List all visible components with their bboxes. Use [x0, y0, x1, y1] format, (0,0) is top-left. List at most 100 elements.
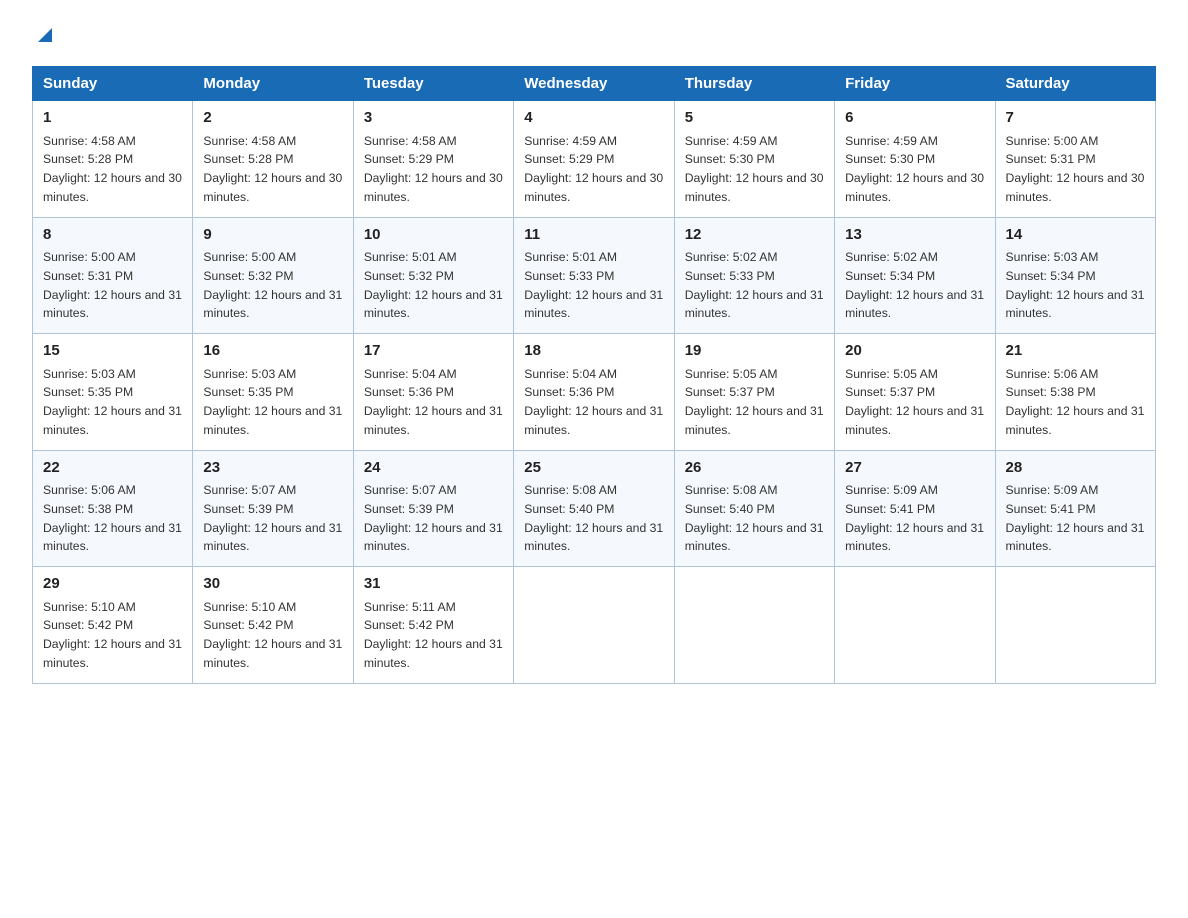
day-number: 6: [845, 107, 984, 129]
day-number: 26: [685, 457, 824, 479]
day-info: Sunrise: 5:03 AMSunset: 5:34 PMDaylight:…: [1006, 250, 1145, 320]
day-info: Sunrise: 5:07 AMSunset: 5:39 PMDaylight:…: [203, 483, 342, 553]
calendar-cell: 9 Sunrise: 5:00 AMSunset: 5:32 PMDayligh…: [193, 217, 353, 334]
calendar-cell: 1 Sunrise: 4:58 AMSunset: 5:28 PMDayligh…: [33, 101, 193, 218]
calendar-header-row: SundayMondayTuesdayWednesdayThursdayFrid…: [33, 67, 1156, 101]
day-number: 23: [203, 457, 342, 479]
day-number: 4: [524, 107, 663, 129]
calendar-header-friday: Friday: [835, 67, 995, 101]
calendar-cell: 13 Sunrise: 5:02 AMSunset: 5:34 PMDaylig…: [835, 217, 995, 334]
day-number: 5: [685, 107, 824, 129]
logo: [32, 24, 56, 48]
day-number: 19: [685, 340, 824, 362]
day-info: Sunrise: 5:01 AMSunset: 5:33 PMDaylight:…: [524, 250, 663, 320]
day-info: Sunrise: 5:08 AMSunset: 5:40 PMDaylight:…: [685, 483, 824, 553]
calendar-cell: 21 Sunrise: 5:06 AMSunset: 5:38 PMDaylig…: [995, 334, 1155, 451]
day-info: Sunrise: 5:06 AMSunset: 5:38 PMDaylight:…: [1006, 367, 1145, 437]
day-info: Sunrise: 5:03 AMSunset: 5:35 PMDaylight:…: [203, 367, 342, 437]
calendar-cell: 6 Sunrise: 4:59 AMSunset: 5:30 PMDayligh…: [835, 101, 995, 218]
calendar-cell: 16 Sunrise: 5:03 AMSunset: 5:35 PMDaylig…: [193, 334, 353, 451]
calendar-header-thursday: Thursday: [674, 67, 834, 101]
day-number: 11: [524, 224, 663, 246]
day-number: 27: [845, 457, 984, 479]
day-info: Sunrise: 5:02 AMSunset: 5:34 PMDaylight:…: [845, 250, 984, 320]
day-info: Sunrise: 5:09 AMSunset: 5:41 PMDaylight:…: [845, 483, 984, 553]
day-number: 9: [203, 224, 342, 246]
calendar-cell: 4 Sunrise: 4:59 AMSunset: 5:29 PMDayligh…: [514, 101, 674, 218]
day-number: 12: [685, 224, 824, 246]
calendar-cell: 14 Sunrise: 5:03 AMSunset: 5:34 PMDaylig…: [995, 217, 1155, 334]
day-info: Sunrise: 5:04 AMSunset: 5:36 PMDaylight:…: [524, 367, 663, 437]
day-number: 31: [364, 573, 503, 595]
day-info: Sunrise: 5:07 AMSunset: 5:39 PMDaylight:…: [364, 483, 503, 553]
calendar-cell: 29 Sunrise: 5:10 AMSunset: 5:42 PMDaylig…: [33, 567, 193, 684]
day-info: Sunrise: 4:58 AMSunset: 5:28 PMDaylight:…: [43, 134, 182, 204]
calendar-cell: [514, 567, 674, 684]
day-number: 13: [845, 224, 984, 246]
calendar-week-row: 29 Sunrise: 5:10 AMSunset: 5:42 PMDaylig…: [33, 567, 1156, 684]
calendar-table: SundayMondayTuesdayWednesdayThursdayFrid…: [32, 66, 1156, 684]
calendar-cell: 11 Sunrise: 5:01 AMSunset: 5:33 PMDaylig…: [514, 217, 674, 334]
day-number: 8: [43, 224, 182, 246]
day-info: Sunrise: 5:10 AMSunset: 5:42 PMDaylight:…: [43, 600, 182, 670]
calendar-header-saturday: Saturday: [995, 67, 1155, 101]
calendar-header-wednesday: Wednesday: [514, 67, 674, 101]
day-info: Sunrise: 5:09 AMSunset: 5:41 PMDaylight:…: [1006, 483, 1145, 553]
day-info: Sunrise: 4:58 AMSunset: 5:28 PMDaylight:…: [203, 134, 342, 204]
page-header: [32, 24, 1156, 48]
day-info: Sunrise: 5:02 AMSunset: 5:33 PMDaylight:…: [685, 250, 824, 320]
day-number: 18: [524, 340, 663, 362]
day-number: 20: [845, 340, 984, 362]
calendar-cell: 20 Sunrise: 5:05 AMSunset: 5:37 PMDaylig…: [835, 334, 995, 451]
day-info: Sunrise: 5:03 AMSunset: 5:35 PMDaylight:…: [43, 367, 182, 437]
calendar-week-row: 1 Sunrise: 4:58 AMSunset: 5:28 PMDayligh…: [33, 101, 1156, 218]
calendar-cell: 2 Sunrise: 4:58 AMSunset: 5:28 PMDayligh…: [193, 101, 353, 218]
day-info: Sunrise: 5:00 AMSunset: 5:31 PMDaylight:…: [43, 250, 182, 320]
day-number: 1: [43, 107, 182, 129]
day-info: Sunrise: 5:06 AMSunset: 5:38 PMDaylight:…: [43, 483, 182, 553]
calendar-cell: 7 Sunrise: 5:00 AMSunset: 5:31 PMDayligh…: [995, 101, 1155, 218]
calendar-cell: 31 Sunrise: 5:11 AMSunset: 5:42 PMDaylig…: [353, 567, 513, 684]
day-number: 24: [364, 457, 503, 479]
calendar-cell: 23 Sunrise: 5:07 AMSunset: 5:39 PMDaylig…: [193, 450, 353, 567]
calendar-cell: [835, 567, 995, 684]
day-number: 3: [364, 107, 503, 129]
day-info: Sunrise: 5:01 AMSunset: 5:32 PMDaylight:…: [364, 250, 503, 320]
calendar-cell: 12 Sunrise: 5:02 AMSunset: 5:33 PMDaylig…: [674, 217, 834, 334]
day-info: Sunrise: 4:59 AMSunset: 5:29 PMDaylight:…: [524, 134, 663, 204]
logo-triangle-icon: [34, 24, 56, 46]
day-info: Sunrise: 4:59 AMSunset: 5:30 PMDaylight:…: [845, 134, 984, 204]
calendar-cell: 25 Sunrise: 5:08 AMSunset: 5:40 PMDaylig…: [514, 450, 674, 567]
calendar-cell: 3 Sunrise: 4:58 AMSunset: 5:29 PMDayligh…: [353, 101, 513, 218]
day-number: 2: [203, 107, 342, 129]
day-number: 30: [203, 573, 342, 595]
calendar-cell: 28 Sunrise: 5:09 AMSunset: 5:41 PMDaylig…: [995, 450, 1155, 567]
calendar-cell: 17 Sunrise: 5:04 AMSunset: 5:36 PMDaylig…: [353, 334, 513, 451]
calendar-cell: 24 Sunrise: 5:07 AMSunset: 5:39 PMDaylig…: [353, 450, 513, 567]
day-number: 29: [43, 573, 182, 595]
calendar-week-row: 8 Sunrise: 5:00 AMSunset: 5:31 PMDayligh…: [33, 217, 1156, 334]
day-info: Sunrise: 5:05 AMSunset: 5:37 PMDaylight:…: [845, 367, 984, 437]
day-info: Sunrise: 5:10 AMSunset: 5:42 PMDaylight:…: [203, 600, 342, 670]
day-number: 21: [1006, 340, 1145, 362]
day-info: Sunrise: 4:59 AMSunset: 5:30 PMDaylight:…: [685, 134, 824, 204]
day-number: 28: [1006, 457, 1145, 479]
day-number: 16: [203, 340, 342, 362]
calendar-week-row: 15 Sunrise: 5:03 AMSunset: 5:35 PMDaylig…: [33, 334, 1156, 451]
day-number: 17: [364, 340, 503, 362]
calendar-cell: 26 Sunrise: 5:08 AMSunset: 5:40 PMDaylig…: [674, 450, 834, 567]
day-number: 25: [524, 457, 663, 479]
calendar-cell: [995, 567, 1155, 684]
calendar-cell: 27 Sunrise: 5:09 AMSunset: 5:41 PMDaylig…: [835, 450, 995, 567]
calendar-cell: 18 Sunrise: 5:04 AMSunset: 5:36 PMDaylig…: [514, 334, 674, 451]
calendar-cell: 8 Sunrise: 5:00 AMSunset: 5:31 PMDayligh…: [33, 217, 193, 334]
day-info: Sunrise: 5:00 AMSunset: 5:31 PMDaylight:…: [1006, 134, 1145, 204]
calendar-cell: 19 Sunrise: 5:05 AMSunset: 5:37 PMDaylig…: [674, 334, 834, 451]
day-info: Sunrise: 5:00 AMSunset: 5:32 PMDaylight:…: [203, 250, 342, 320]
calendar-cell: 5 Sunrise: 4:59 AMSunset: 5:30 PMDayligh…: [674, 101, 834, 218]
calendar-cell: [674, 567, 834, 684]
day-info: Sunrise: 5:05 AMSunset: 5:37 PMDaylight:…: [685, 367, 824, 437]
calendar-header-tuesday: Tuesday: [353, 67, 513, 101]
calendar-cell: 15 Sunrise: 5:03 AMSunset: 5:35 PMDaylig…: [33, 334, 193, 451]
day-number: 7: [1006, 107, 1145, 129]
